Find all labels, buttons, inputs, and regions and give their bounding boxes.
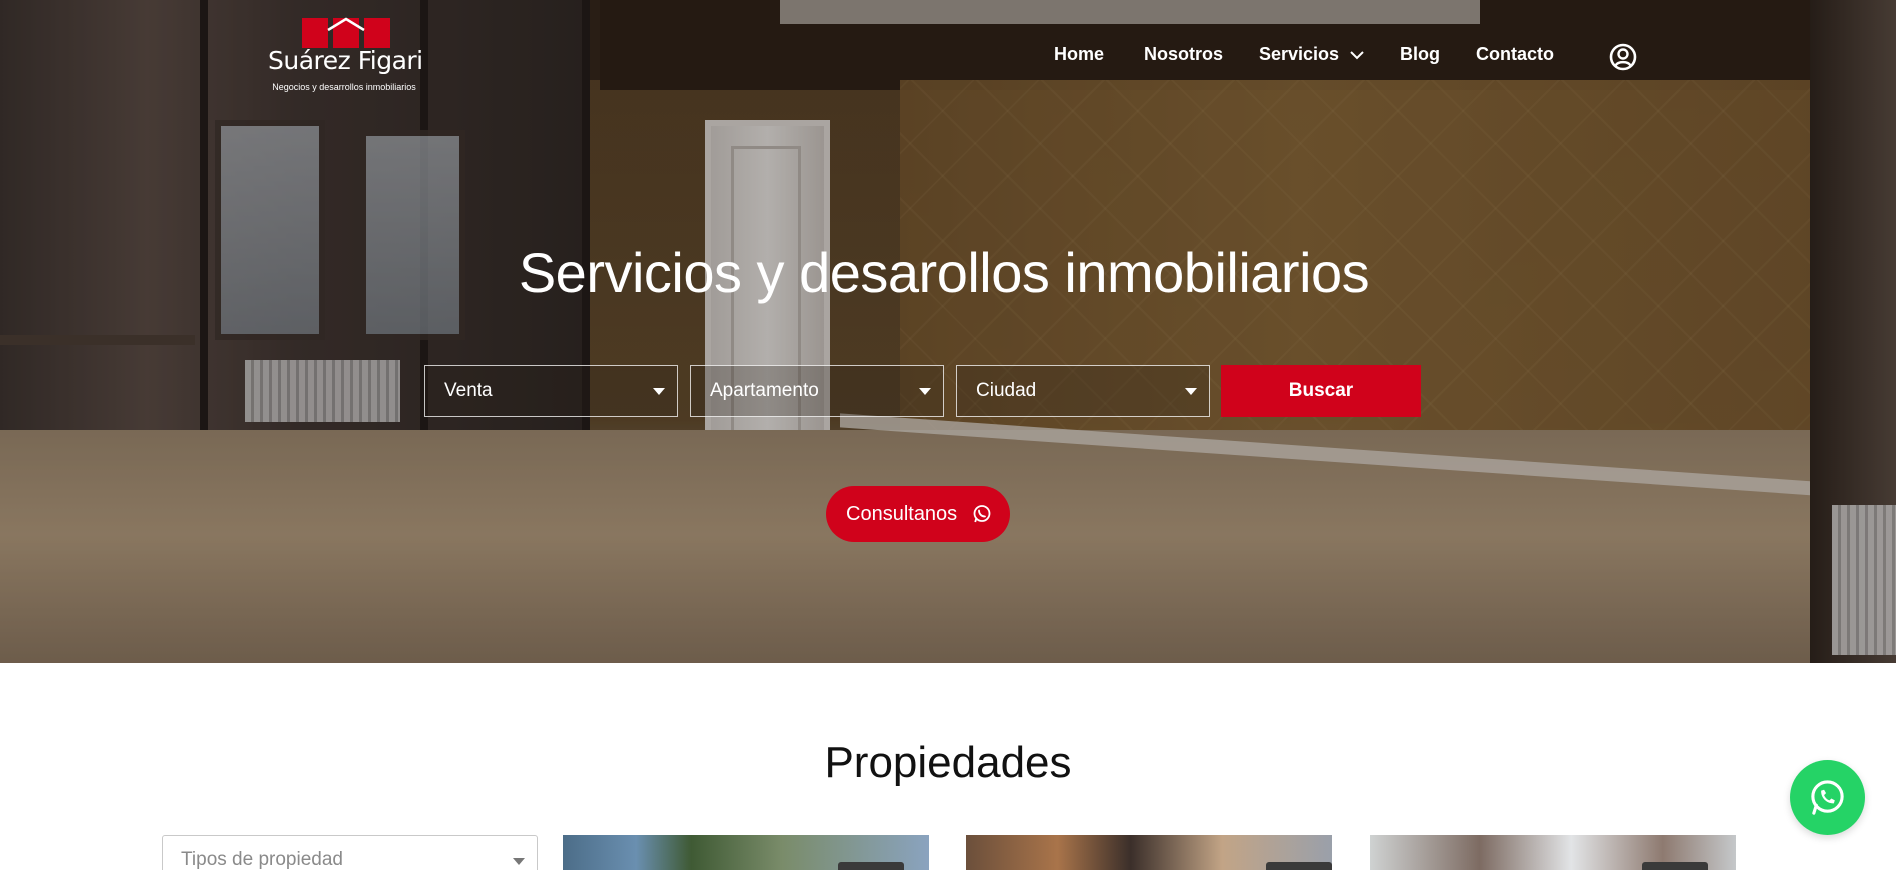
- property-card-badge: [838, 862, 904, 870]
- property-card[interactable]: [563, 835, 929, 870]
- property-type-select-value: Apartamento: [710, 380, 819, 401]
- search-button[interactable]: Buscar: [1221, 365, 1421, 417]
- caret-down-icon: [919, 388, 931, 395]
- nav-item-blog[interactable]: Blog: [1400, 44, 1440, 65]
- whatsapp-icon: [973, 505, 991, 523]
- nav-item-contacto[interactable]: Contacto: [1476, 44, 1554, 65]
- city-select[interactable]: Ciudad: [956, 365, 1210, 417]
- operation-select-value: Venta: [444, 380, 493, 401]
- section-title-propiedades: Propiedades: [824, 738, 1072, 787]
- nav-item-servicios[interactable]: Servicios: [1259, 44, 1364, 65]
- brand-tagline: Negocios y desarrollos inmobiliarios: [272, 82, 416, 92]
- property-type-filter-placeholder: Tipos de propiedad: [181, 849, 343, 870]
- property-type-select[interactable]: Apartamento: [690, 365, 944, 417]
- whatsapp-float-button[interactable]: [1790, 760, 1865, 835]
- caret-down-icon: [513, 858, 525, 865]
- hero-overlay: [0, 0, 1896, 663]
- caret-down-icon: [653, 388, 665, 395]
- logo-houses-icon: [302, 17, 390, 48]
- property-card[interactable]: [966, 835, 1332, 870]
- property-type-filter[interactable]: Tipos de propiedad: [162, 835, 538, 870]
- property-card-badge: [1642, 862, 1708, 870]
- consultanos-button[interactable]: Consultanos: [826, 486, 1010, 542]
- caret-down-icon: [1185, 388, 1197, 395]
- nav-item-servicios-label: Servicios: [1259, 44, 1340, 64]
- operation-select[interactable]: Venta: [424, 365, 678, 417]
- hero-section: [0, 0, 1896, 663]
- hero-title: Servicios y desarollos inmobiliarios: [518, 241, 1370, 304]
- property-card-badge: [1266, 862, 1332, 870]
- brand-logo[interactable]: Suárez Figari Negocios y desarrollos inm…: [268, 16, 423, 96]
- chevron-down-icon: [1350, 51, 1364, 60]
- whatsapp-icon: [1811, 780, 1844, 815]
- user-circle-icon[interactable]: [1609, 43, 1637, 71]
- brand-name: Suárez Figari: [268, 46, 423, 75]
- property-card[interactable]: [1370, 835, 1736, 870]
- nav-item-nosotros[interactable]: Nosotros: [1144, 44, 1223, 65]
- consultanos-label: Consultanos: [846, 503, 958, 525]
- nav-item-home[interactable]: Home: [1054, 44, 1104, 65]
- city-select-value: Ciudad: [976, 380, 1037, 401]
- hero-title-wrap: Servicios y desarollos inmobiliarios: [0, 240, 1896, 305]
